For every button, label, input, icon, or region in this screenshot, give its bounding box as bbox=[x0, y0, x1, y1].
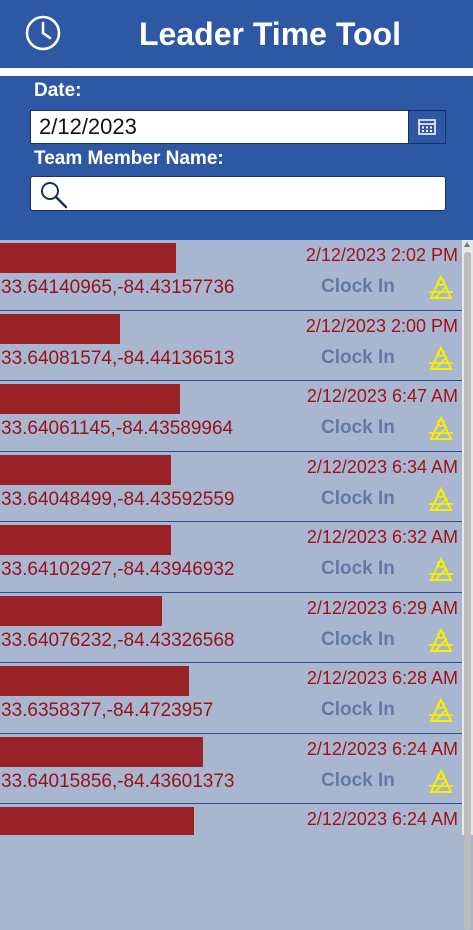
entry-action: Clock In bbox=[321, 628, 395, 650]
calendar-button[interactable] bbox=[408, 111, 445, 143]
list-item[interactable]: 2/12/2023 2:02 PM 33.64140965,-84.4315773… bbox=[0, 240, 462, 311]
search-input[interactable] bbox=[71, 179, 435, 209]
entry-coordinates: 33.64015856,-84.43601373 bbox=[1, 770, 235, 792]
entry-datetime: 2/12/2023 6:32 AM bbox=[306, 527, 458, 547]
app-header: Leader Time Tool bbox=[0, 0, 473, 68]
scrollbar-thumb[interactable] bbox=[464, 252, 471, 930]
list-item[interactable]: 2/12/2023 6:24 AM 33.64015856,-84.4360137… bbox=[0, 733, 462, 804]
map-icon[interactable] bbox=[427, 556, 455, 582]
entry-datetime: 2/12/2023 6:29 AM bbox=[306, 597, 458, 618]
map-icon[interactable] bbox=[427, 486, 455, 512]
entry-action: Clock In bbox=[321, 769, 395, 791]
map-icon[interactable] bbox=[427, 697, 455, 723]
entry-datetime: 2/12/2023 6:34 AM bbox=[306, 456, 458, 477]
calendar-icon bbox=[418, 119, 436, 135]
map-icon[interactable] bbox=[427, 415, 455, 441]
entry-datetime: 2/12/2023 6:24 AM bbox=[306, 809, 458, 829]
entry-coordinates: 33.64140965,-84.43157736 bbox=[1, 277, 235, 298]
entry-action: Clock In bbox=[321, 487, 395, 509]
list-item[interactable]: 2/12/2023 6:47 AM 33.64061145,-84.4358996… bbox=[0, 381, 462, 452]
date-picker[interactable]: 2/12/2023 bbox=[30, 110, 446, 144]
list-item[interactable]: 2/12/2023 6:28 AM 33.6358377,-84.4723957 C… bbox=[0, 663, 462, 734]
redacted-name bbox=[0, 313, 120, 344]
entry-action: Clock In bbox=[321, 417, 395, 438]
date-value[interactable]: 2/12/2023 bbox=[39, 111, 137, 143]
scroll-up-arrow[interactable] bbox=[464, 242, 470, 247]
entry-coordinates: 33.64076232,-84.43326568 bbox=[1, 629, 235, 651]
entry-datetime: 2/12/2023 6:47 AM bbox=[306, 386, 458, 406]
entry-coordinates: 33.64081574,-84.44136513 bbox=[1, 347, 235, 369]
list-item[interactable]: 2/12/2023 6:24 AM bbox=[0, 804, 462, 835]
entry-datetime: 2/12/2023 6:28 AM bbox=[306, 668, 458, 688]
redacted-name bbox=[0, 243, 176, 273]
list-item[interactable]: 2/12/2023 6:29 AM 33.64076232,-84.4332656… bbox=[0, 592, 462, 663]
entry-list[interactable]: 2/12/2023 2:02 PM 33.64140965,-84.4315773… bbox=[0, 240, 462, 835]
entry-datetime: 2/12/2023 6:24 AM bbox=[306, 738, 458, 759]
search-icon bbox=[41, 182, 68, 209]
map-icon[interactable] bbox=[427, 345, 455, 371]
redacted-name bbox=[0, 384, 180, 414]
redacted-name bbox=[0, 666, 189, 696]
entry-action: Clock In bbox=[321, 276, 395, 297]
entry-action: Clock In bbox=[321, 346, 395, 368]
team-member-label: Team Member Name: bbox=[34, 148, 224, 169]
date-label: Date: bbox=[34, 80, 82, 101]
entry-coordinates: 33.64048499,-84.43592559 bbox=[1, 488, 235, 510]
filter-panel: Date: 2/12/2023 Team Member Name: bbox=[0, 76, 473, 240]
list-item[interactable]: 2/12/2023 2:00 PM 33.64081574,-84.4413651… bbox=[0, 310, 462, 381]
redacted-name bbox=[0, 525, 171, 555]
entry-datetime: 2/12/2023 2:02 PM bbox=[305, 245, 458, 265]
entry-coordinates: 33.64061145,-84.43589964 bbox=[1, 418, 234, 439]
redacted-name bbox=[0, 736, 203, 767]
list-item[interactable]: 2/12/2023 6:32 AM 33.64102927,-84.4394693… bbox=[0, 522, 462, 593]
map-icon[interactable] bbox=[427, 627, 455, 653]
app-title: Leader Time Tool bbox=[139, 16, 401, 52]
map-icon[interactable] bbox=[427, 274, 455, 300]
map-icon[interactable] bbox=[427, 768, 455, 794]
entry-datetime: 2/12/2023 2:00 PM bbox=[305, 315, 458, 336]
list-item[interactable]: 2/12/2023 6:34 AM 33.64048499,-84.4359255… bbox=[0, 451, 462, 522]
entry-action: Clock In bbox=[321, 699, 395, 720]
entry-coordinates: 33.64102927,-84.43946932 bbox=[1, 559, 235, 580]
search-box[interactable] bbox=[30, 176, 446, 211]
entry-coordinates: 33.6358377,-84.4723957 bbox=[1, 700, 214, 721]
header-divider bbox=[0, 68, 473, 76]
entry-action: Clock In bbox=[321, 558, 395, 579]
scrollbar[interactable] bbox=[462, 240, 473, 930]
redacted-name bbox=[0, 454, 171, 485]
redacted-name bbox=[0, 595, 162, 626]
redacted-name bbox=[0, 807, 194, 835]
